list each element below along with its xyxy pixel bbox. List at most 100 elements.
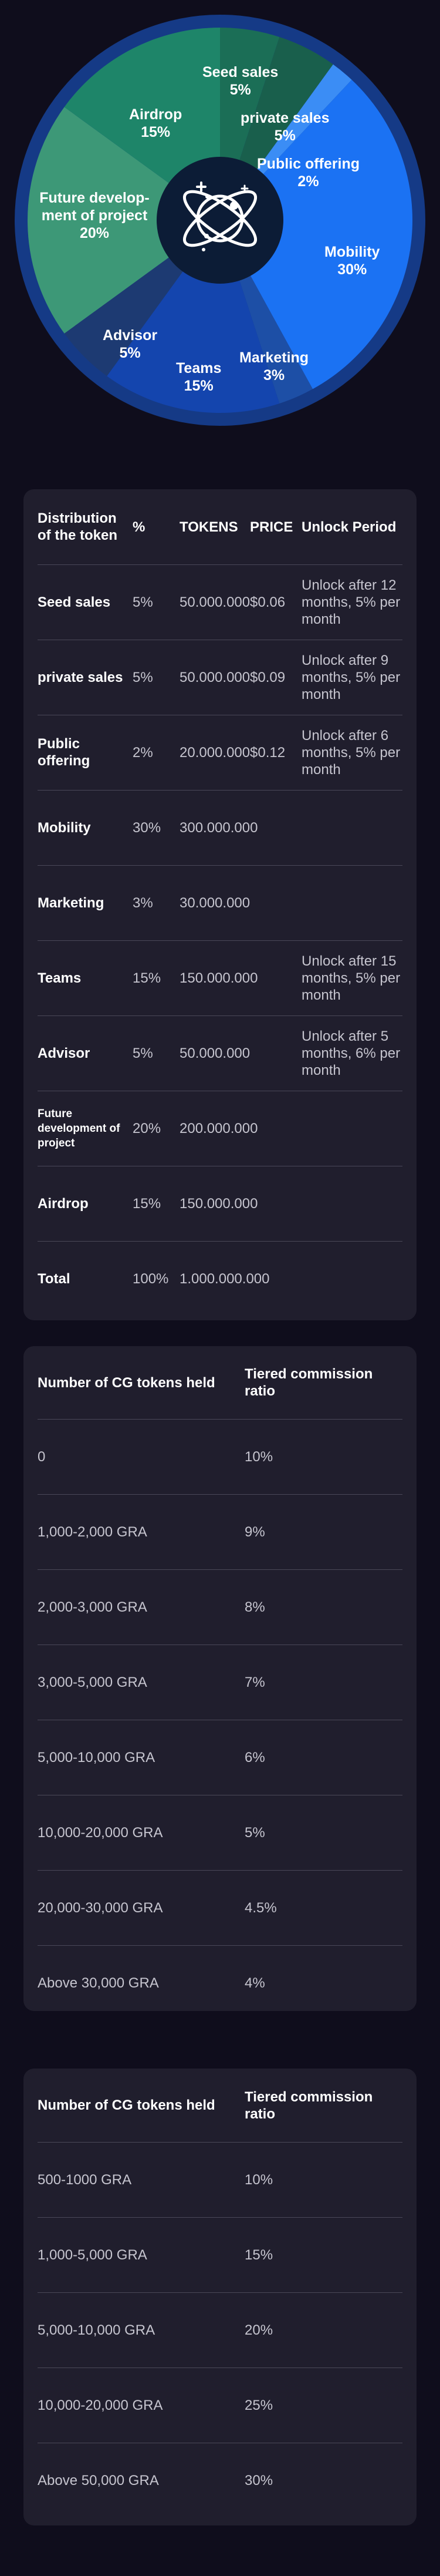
row-tokens-held: 10,000-20,000 GRA [38, 1824, 163, 1841]
slice-label-mobility: Mobility 30% [324, 243, 380, 278]
row-tokens: 150.000.000 [180, 970, 258, 986]
row-name: private sales [38, 669, 123, 685]
row-commission-ratio: 8% [245, 1599, 265, 1615]
row-name: Public offering [38, 736, 90, 769]
row-tokens: 1.000.000.000 [180, 1270, 270, 1287]
header-price: PRICE [250, 519, 293, 535]
table-row: 10,000-20,000 GRA 5% [38, 1795, 402, 1871]
row-commission-ratio: 30% [245, 2472, 273, 2488]
row-name: Teams [38, 970, 82, 986]
slice-name: Mobility [324, 244, 380, 260]
table-row: Teams 15% 150.000.000 Unlock after 15 month… [38, 940, 402, 1016]
slice-pct: 2% [297, 173, 319, 190]
row-tokens-held: Above 30,000 GRA [38, 1975, 159, 1991]
table-row: Total 100% 1.000.000.000 [38, 1241, 402, 1316]
row-unlock [302, 1091, 405, 1166]
header-tokens-held: Number of CG tokens held [38, 2097, 215, 2113]
table-row: 1,000-5,000 GRA 15% [38, 2217, 402, 2293]
slice-pct: 15% [184, 378, 214, 394]
row-price [250, 940, 297, 1015]
slice-label-airdrop: Airdrop 15% [129, 106, 182, 141]
row-price [250, 1241, 297, 1316]
row-tokens-held: Above 50,000 GRA [38, 2472, 159, 2488]
row-unlock [302, 1166, 405, 1241]
row-commission-ratio: 7% [245, 1674, 265, 1690]
table-row: Seed sales 5% 50.000.000 $0.06 Unlock after … [38, 564, 402, 640]
row-tokens: 50.000.000 [180, 1045, 251, 1061]
row-name: Airdrop [38, 1195, 89, 1212]
row-commission-ratio: 20% [245, 2322, 273, 2338]
slice-label-marketing: Marketing 3% [239, 349, 309, 384]
slice-label-public-offering: Public offering 2% [257, 155, 360, 190]
row-price [250, 790, 297, 865]
slice-pct: 20% [79, 225, 110, 241]
slice-name: Teams [176, 360, 222, 376]
row-commission-ratio: 10% [245, 1448, 273, 1465]
row-tokens: 30.000.000 [180, 894, 251, 911]
row-tokens: 200.000.000 [180, 1120, 258, 1136]
row-name: Total [38, 1270, 70, 1287]
slice-name: private sales [241, 110, 330, 126]
row-price [250, 865, 297, 940]
header-unlock: Unlock Period [302, 519, 397, 535]
row-tokens-held: 500-1000 GRA [38, 2171, 132, 2188]
table-header-row: Distribution of the token % TOKENS PRICE… [38, 489, 402, 565]
table-row: 2,000-3,000 GRA 8% [38, 1569, 402, 1645]
header-commission-ratio: Tiered commission ratio [245, 1366, 373, 1399]
row-tokens-held: 5,000-10,000 GRA [38, 2322, 155, 2338]
row-commission-ratio: 4.5% [245, 1899, 277, 1916]
row-tokens: 300.000.000 [180, 819, 258, 836]
table-row: 500-1000 GRA 10% [38, 2142, 402, 2218]
row-price: $0.12 [250, 744, 286, 761]
row-commission-ratio: 10% [245, 2171, 273, 2188]
header-distribution: Distribution of the token [38, 510, 117, 543]
row-unlock: Unlock after 5 months, 6% per month [302, 1028, 401, 1078]
table-row: Public offering 2% 20.000.000 $0.12 Unlock a… [38, 715, 402, 791]
commission-table-2: Number of CG tokens held Tiered commissi… [23, 2069, 417, 2525]
row-price [250, 1091, 297, 1166]
slice-name: Marketing [239, 349, 309, 366]
row-tokens: 150.000.000 [180, 1195, 258, 1212]
row-name: Future development of project [38, 1107, 120, 1149]
slice-name: Future develop-ment of project [39, 190, 150, 224]
row-tokens-held: 3,000-5,000 GRA [38, 1674, 147, 1690]
header-commission-ratio: Tiered commission ratio [245, 2089, 373, 2122]
table-row: Future development of project 20% 200.000.… [38, 1091, 402, 1166]
slice-label-private-sales: private sales 5% [241, 109, 330, 144]
table-header-row: Number of CG tokens held Tiered commissi… [38, 2069, 402, 2143]
slice-pct: 15% [141, 124, 171, 140]
slice-label-advisor: Advisor 5% [103, 327, 157, 362]
row-percent: 100% [133, 1270, 169, 1287]
table-row: 10,000-20,000 GRA 25% [38, 2368, 402, 2443]
table-row: Marketing 3% 30.000.000 [38, 865, 402, 941]
slice-pct: 5% [274, 127, 296, 144]
header-tokens-held: Number of CG tokens held [38, 1374, 215, 1391]
slice-name: Advisor [103, 327, 158, 344]
slice-pct: 30% [337, 261, 367, 278]
row-percent: 5% [133, 1045, 153, 1061]
row-commission-ratio: 4% [245, 1975, 265, 1991]
commission-table-1: Number of CG tokens held Tiered commissi… [23, 1346, 417, 2011]
row-commission-ratio: 9% [245, 1524, 265, 1540]
slice-label-seed-sales: Seed sales 5% [202, 63, 278, 99]
row-commission-ratio: 6% [245, 1749, 265, 1765]
row-tokens-held: 20,000-30,000 GRA [38, 1899, 163, 1916]
slice-name: Seed sales [202, 64, 279, 80]
slice-name: Public offering [257, 156, 360, 172]
row-price: $0.09 [250, 669, 286, 685]
table-row: private sales 5% 50.000.000 $0.09 Unlock aft… [38, 640, 402, 715]
row-percent: 2% [133, 744, 153, 761]
row-commission-ratio: 15% [245, 2247, 273, 2263]
row-tokens-held: 2,000-3,000 GRA [38, 1599, 147, 1615]
table-row: 3,000-5,000 GRA 7% [38, 1645, 402, 1720]
row-percent: 20% [133, 1120, 161, 1136]
row-unlock [302, 865, 405, 940]
slice-label-future-development: Future develop-ment of project 20% [33, 189, 156, 242]
row-tokens-held: 1,000-2,000 GRA [38, 1524, 147, 1540]
row-percent: 30% [133, 819, 161, 836]
row-tokens-held: 0 [38, 1448, 46, 1465]
table-row: 5,000-10,000 GRA 20% [38, 2292, 402, 2368]
row-unlock: Unlock after 6 months, 5% per month [302, 727, 401, 778]
token-distribution-pie: Seed sales 5% private sales 5% Public of… [0, 0, 440, 446]
row-price [250, 1015, 297, 1091]
